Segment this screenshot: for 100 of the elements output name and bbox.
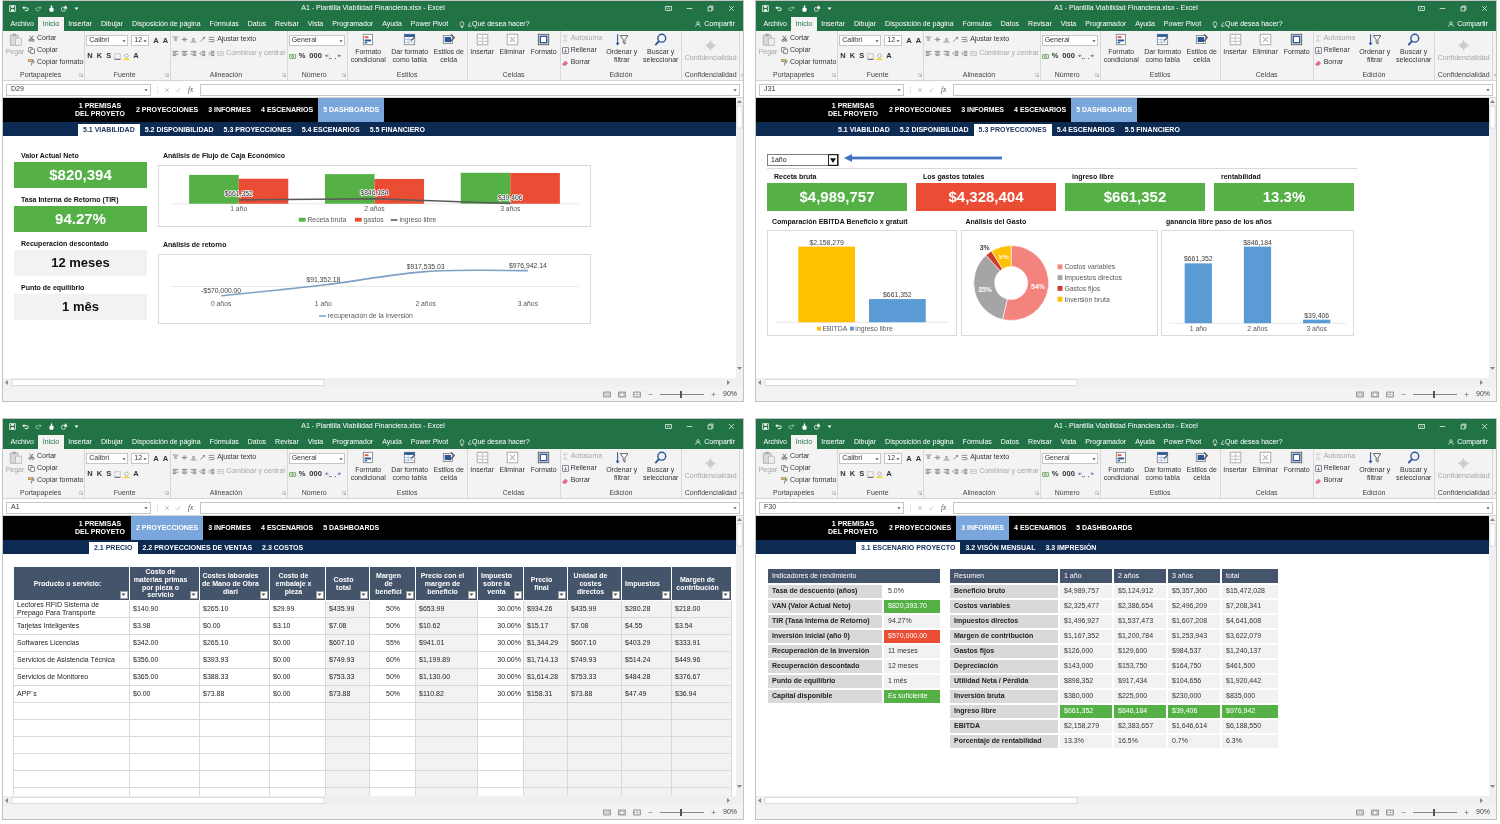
shapes-icon[interactable] bbox=[814, 422, 821, 430]
indent-decrease-icon[interactable] bbox=[199, 50, 207, 57]
filter-button[interactable] bbox=[661, 590, 670, 599]
align-middle-icon[interactable] bbox=[934, 36, 942, 43]
filter-button[interactable] bbox=[405, 590, 414, 599]
align-right-icon[interactable] bbox=[943, 468, 951, 475]
caret-icon[interactable] bbox=[74, 423, 79, 429]
vertical-scrollbar[interactable] bbox=[1489, 98, 1496, 380]
page-break-icon[interactable] bbox=[633, 808, 641, 816]
align-right-icon[interactable] bbox=[943, 50, 951, 57]
check-icon[interactable] bbox=[175, 504, 181, 511]
horizontal-scrollbar[interactable] bbox=[756, 796, 1496, 805]
dashed-square-icon[interactable] bbox=[114, 52, 122, 60]
indent-decrease-icon[interactable] bbox=[952, 468, 960, 475]
filter-button[interactable] bbox=[721, 590, 730, 599]
redo-icon[interactable] bbox=[35, 4, 42, 12]
restore-icon[interactable] bbox=[1460, 4, 1467, 12]
corner-arrow-icon[interactable] bbox=[1034, 491, 1039, 495]
caret-icon[interactable] bbox=[74, 5, 79, 11]
right-arrow-dots-icon[interactable] bbox=[1086, 470, 1094, 478]
corner-arrow-icon[interactable] bbox=[165, 491, 170, 495]
formula-field[interactable] bbox=[200, 501, 740, 514]
save-icon[interactable] bbox=[762, 422, 769, 430]
restore-icon[interactable] bbox=[1460, 422, 1467, 430]
corner-arrow-icon[interactable] bbox=[79, 73, 84, 77]
right-arrow-dots-icon[interactable] bbox=[1086, 52, 1094, 60]
align-top-icon[interactable] bbox=[925, 36, 933, 43]
window-box-icon[interactable] bbox=[665, 4, 672, 12]
page-icon[interactable] bbox=[1371, 808, 1379, 816]
page-icon[interactable] bbox=[618, 390, 626, 398]
filter-button[interactable] bbox=[359, 590, 368, 599]
shapes-icon[interactable] bbox=[61, 4, 68, 12]
cancel-icon[interactable] bbox=[164, 86, 170, 93]
diagonal-arrow-icon[interactable] bbox=[199, 454, 207, 461]
align-center-icon[interactable] bbox=[934, 468, 942, 475]
window-box-icon[interactable] bbox=[1418, 4, 1425, 12]
slider-thumb[interactable] bbox=[1433, 808, 1436, 816]
redo-icon[interactable] bbox=[788, 4, 795, 12]
align-bottom-icon[interactable] bbox=[190, 36, 198, 43]
filter-button[interactable] bbox=[315, 590, 324, 599]
filter-button[interactable] bbox=[119, 590, 128, 599]
formula-field[interactable] bbox=[953, 501, 1493, 514]
undo-icon[interactable] bbox=[22, 422, 29, 430]
lightbulb-icon[interactable] bbox=[458, 20, 465, 28]
check-icon[interactable] bbox=[928, 504, 934, 511]
plus-icon[interactable] bbox=[711, 391, 716, 397]
corner-arrow-icon[interactable] bbox=[281, 73, 286, 77]
corner-arrow-icon[interactable] bbox=[1094, 491, 1099, 495]
formula-field[interactable] bbox=[200, 83, 740, 96]
align-left-icon[interactable] bbox=[172, 468, 180, 475]
undo-icon[interactable] bbox=[775, 422, 782, 430]
page-break-icon[interactable] bbox=[1386, 390, 1394, 398]
corner-arrow-icon[interactable] bbox=[918, 491, 923, 495]
paint-bucket-icon[interactable] bbox=[876, 52, 884, 60]
minus-icon[interactable] bbox=[648, 391, 653, 397]
redo-icon[interactable] bbox=[35, 422, 42, 430]
corner-arrow-icon[interactable] bbox=[918, 73, 923, 77]
plus-icon[interactable] bbox=[1464, 809, 1469, 815]
save-icon[interactable] bbox=[762, 4, 769, 12]
align-left-icon[interactable] bbox=[925, 468, 933, 475]
align-middle-icon[interactable] bbox=[181, 36, 189, 43]
restore-icon[interactable] bbox=[707, 422, 714, 430]
align-bottom-icon[interactable] bbox=[190, 454, 198, 461]
restore-icon[interactable] bbox=[707, 4, 714, 12]
align-center-icon[interactable] bbox=[181, 468, 189, 475]
align-right-icon[interactable] bbox=[190, 468, 198, 475]
lightbulb-icon[interactable] bbox=[1211, 438, 1218, 446]
cancel-icon[interactable] bbox=[917, 86, 923, 93]
minus-icon[interactable] bbox=[648, 809, 653, 815]
close-icon[interactable] bbox=[1481, 422, 1488, 430]
align-middle-icon[interactable] bbox=[181, 454, 189, 461]
diagonal-arrow-icon[interactable] bbox=[199, 36, 207, 43]
left-arrow-dots-icon[interactable] bbox=[324, 52, 332, 60]
window-box-icon[interactable] bbox=[1418, 422, 1425, 430]
undo-icon[interactable] bbox=[775, 4, 782, 12]
close-icon[interactable] bbox=[728, 4, 735, 12]
hand-icon[interactable] bbox=[801, 422, 808, 430]
filter-button[interactable] bbox=[259, 590, 268, 599]
corner-arrow-icon[interactable] bbox=[79, 491, 84, 495]
lightbulb-icon[interactable] bbox=[1211, 20, 1218, 28]
hand-icon[interactable] bbox=[48, 4, 55, 12]
filter-button[interactable] bbox=[557, 590, 566, 599]
align-right-icon[interactable] bbox=[190, 50, 198, 57]
filter-button[interactable] bbox=[467, 590, 476, 599]
page-icon[interactable] bbox=[1371, 390, 1379, 398]
indent-increase-icon[interactable] bbox=[961, 50, 969, 57]
diagonal-arrow-icon[interactable] bbox=[952, 36, 960, 43]
check-icon[interactable] bbox=[928, 86, 934, 93]
plus-icon[interactable] bbox=[711, 809, 716, 815]
dashed-square-icon[interactable] bbox=[867, 470, 875, 478]
window-box-icon[interactable] bbox=[665, 422, 672, 430]
dashed-square-icon[interactable] bbox=[867, 52, 875, 60]
page-icon[interactable] bbox=[618, 808, 626, 816]
corner-arrow-icon[interactable] bbox=[165, 73, 170, 77]
minus-icon[interactable] bbox=[1401, 809, 1406, 815]
corner-arrow-icon[interactable] bbox=[341, 491, 346, 495]
hand-icon[interactable] bbox=[48, 422, 55, 430]
right-arrow-dots-icon[interactable] bbox=[333, 52, 341, 60]
horizontal-scrollbar[interactable] bbox=[756, 378, 1496, 387]
indent-decrease-icon[interactable] bbox=[952, 50, 960, 57]
